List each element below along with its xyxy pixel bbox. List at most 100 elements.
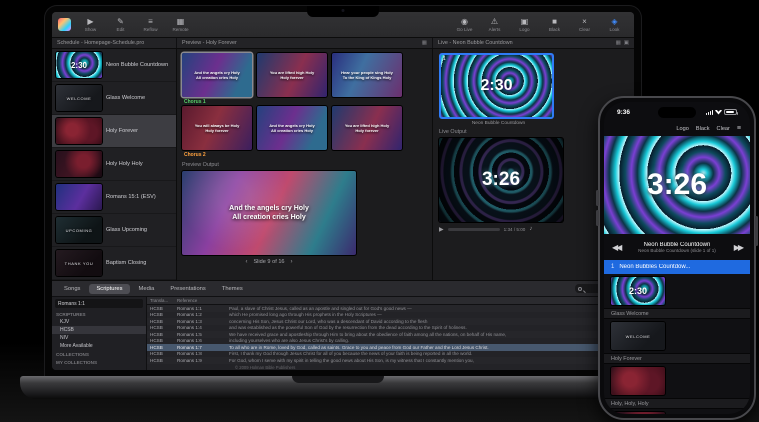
tab-songs[interactable]: Songs	[57, 284, 87, 294]
previous-slide-button[interactable]: ‹	[245, 259, 247, 265]
schedule-item-glass-upcoming[interactable]: UPCOMING Glass Upcoming	[52, 214, 176, 247]
playlist-header-holy-forever[interactable]: Holy Forever	[604, 353, 750, 364]
macbook-base	[20, 376, 655, 399]
phone-countdown-value: 3:26	[646, 168, 708, 201]
slide-thumbnail[interactable]: You will always be Holy Holy forever	[182, 106, 252, 150]
timeline-scrubber[interactable]	[447, 227, 500, 231]
live-panel-title: Live - Neon Bubble Countdown ▦ ▣	[438, 40, 629, 46]
collections-header: COLLECTIONS	[56, 352, 89, 357]
previous-presentation-button[interactable]: ◀◀	[612, 243, 622, 252]
alerts-button[interactable]: ⚠ Alerts	[481, 17, 508, 32]
translation-kjv[interactable]: KJV	[52, 318, 146, 326]
schedule-item-holy-holy-holy[interactable]: Holy Holy Holy	[52, 148, 176, 181]
black-screen-icon: ■	[552, 17, 557, 26]
slide-thumbnail[interactable]: Hear your people sing Holy To the King o…	[332, 53, 402, 97]
reflow-icon: ≡	[148, 17, 153, 26]
volume-down-button	[596, 210, 599, 226]
library-panel: Songs Scriptures Media Presentations The…	[52, 280, 634, 370]
slide-thumbnail-row: 2:30	[604, 274, 750, 308]
more-translations-link[interactable]: More Available	[52, 342, 146, 350]
black-button[interactable]: Black	[696, 126, 710, 132]
my-collections-header: MY COLLECTIONS	[56, 360, 98, 365]
translation-niv[interactable]: NIV	[52, 334, 146, 342]
slide-thumbnail-row: WELCOME	[604, 319, 750, 353]
phone-live-display: 3:26	[604, 136, 750, 234]
play-button[interactable]: ▶	[439, 226, 444, 233]
app-icon	[58, 18, 71, 31]
slide-thumbnail[interactable]: And the angels cry Holy All creation cri…	[257, 106, 327, 150]
schedule-panel-title: Schedule - Homepage-Schedule.pro	[52, 38, 177, 48]
toolbar-right-group: ◉ Go Live ⚠ Alerts ▣ Logo ■ Black × Clea…	[451, 17, 628, 32]
remote-button[interactable]: ▦ Remote	[167, 17, 194, 32]
status-time: 9:36	[617, 108, 631, 116]
propresenter-window: ▶ Show ✎ Edit ≡ Reflow ▦ Remote ◉ Go Liv…	[52, 12, 634, 370]
slide-thumbnail: THANK YOU	[56, 250, 102, 276]
next-slide-button[interactable]: ›	[291, 259, 293, 265]
schedule-item-neon-countdown[interactable]: 2:30 Neon Bubble Countdown	[52, 49, 176, 82]
go-live-button[interactable]: ◉ Go Live	[451, 17, 478, 32]
slide-thumbnail	[56, 151, 102, 177]
clear-logo-button[interactable]: ▣ Logo	[511, 17, 538, 32]
volume-up-button	[596, 190, 599, 206]
schedule-list: 2:30 Neon Bubble Countdown WELCOME Glass…	[52, 49, 177, 280]
iphone: 9:36 Logo Black Clear ≡ 3:26 ◀◀ Neon Bub	[596, 96, 758, 420]
grid-view-icon[interactable]: ▦	[422, 40, 427, 46]
preview-transport: ‹ Slide 9 of 16 ›	[182, 255, 356, 269]
live-slide-thumbnail[interactable]: 1 2:30	[439, 53, 554, 119]
playlist-header-glass-welcome[interactable]: Glass Welcome	[604, 308, 750, 319]
live-transport: ▶ 1:34 / 5:00 ♪	[439, 222, 563, 236]
clear-button[interactable]: Clear	[717, 126, 730, 132]
clear-black-button[interactable]: ■ Black	[541, 17, 568, 32]
slide-thumbnail-row	[604, 364, 750, 398]
alert-icon: ⚠	[490, 17, 499, 26]
edit-button[interactable]: ✎ Edit	[107, 17, 134, 32]
slide-thumbnail[interactable]	[611, 412, 665, 414]
grid-view-icon[interactable]: ▦	[616, 40, 621, 46]
battery-icon	[724, 109, 739, 115]
playlist-header-holy-holy-holy[interactable]: Holy, Holy, Holy	[604, 398, 750, 409]
copyright-text: © 2009 Holman Bible Publishers	[235, 364, 296, 370]
tab-scriptures[interactable]: Scriptures	[89, 283, 130, 294]
slide-thumbnail[interactable]: WELCOME	[611, 322, 665, 350]
signal-icon	[705, 109, 713, 115]
preview-output-label: Preview Output	[182, 162, 219, 168]
look-button[interactable]: ◈ Look	[601, 17, 628, 32]
slide-thumbnail	[56, 118, 102, 144]
lid-notch	[291, 376, 384, 383]
schedule-item-glass-welcome[interactable]: WELCOME Glass Welcome	[52, 82, 176, 115]
camera-notch	[307, 6, 379, 17]
preview-panel-title: Preview - Holy Forever ▦	[177, 38, 433, 48]
schedule-item-baptism-closing[interactable]: THANK YOU Baptism Closing	[52, 247, 176, 280]
tab-media[interactable]: Media	[132, 284, 162, 294]
broadcast-icon: ◉	[461, 17, 468, 26]
schedule-item-holy-forever[interactable]: Holy Forever	[52, 115, 176, 148]
tab-themes[interactable]: Themes	[215, 284, 250, 294]
camera-icon	[341, 9, 345, 12]
now-playing-subtitle: Neon Bubble Countdown (slide 1 of 1)	[638, 247, 716, 253]
slide-thumbnail	[56, 184, 102, 210]
phone-transport: ◀◀ Neon Bubble Countdown Neon Bubble Cou…	[604, 234, 750, 260]
scripture-search-input[interactable]: Romans 1:1	[55, 299, 143, 308]
translation-hcsb[interactable]: HCSB	[52, 326, 146, 334]
show-button[interactable]: ▶ Show	[77, 17, 104, 32]
clear-all-button[interactable]: × Clear	[571, 17, 598, 32]
logo-icon: ▣	[520, 17, 529, 26]
menu-icon[interactable]: ≡	[737, 125, 741, 132]
slide-thumbnail[interactable]: And the angels cry Holy All creation cri…	[182, 53, 252, 97]
schedule-item-romans[interactable]: Romans 15:1 (ESV)	[52, 181, 176, 214]
slide-thumbnail[interactable]: 2:30	[611, 277, 665, 305]
slide-thumbnail[interactable]: You are lifted high Holy Holy forever	[257, 53, 327, 97]
tab-presentations[interactable]: Presentations	[163, 284, 212, 294]
logo-button[interactable]: Logo	[676, 126, 688, 132]
slide-thumbnail[interactable]	[611, 367, 665, 395]
slide-counter: Slide 9 of 16	[253, 259, 285, 265]
volume-icon[interactable]: ♪	[529, 226, 532, 232]
look-icon: ◈	[611, 17, 618, 26]
output-panel-icon[interactable]: ▣	[624, 40, 629, 46]
playlist-item-selected[interactable]: 1 Neon Bubbles Countdow...	[604, 260, 750, 274]
slide-thumbnail: WELCOME	[56, 85, 102, 111]
next-presentation-button[interactable]: ▶▶	[734, 243, 744, 252]
reflow-button[interactable]: ≡ Reflow	[137, 17, 164, 32]
slide-thumbnail[interactable]: You are lifted high Holy Holy forever	[332, 106, 402, 150]
remote-icon: ▦	[176, 17, 185, 26]
